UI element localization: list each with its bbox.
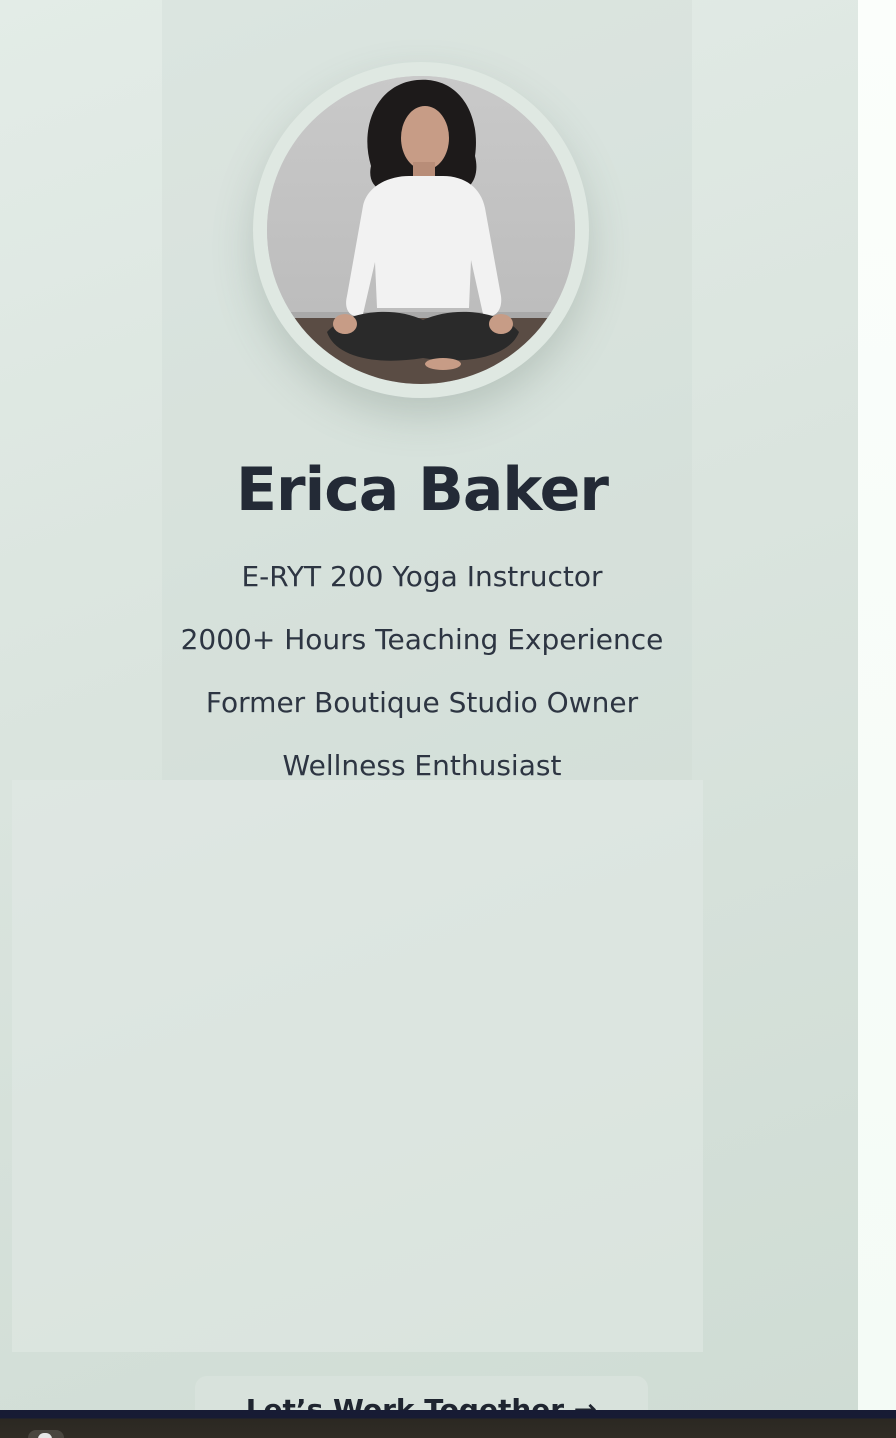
- content-placeholder: [12, 780, 703, 1352]
- page-edge: [858, 0, 896, 1410]
- credential-item: Former Boutique Studio Owner: [205, 686, 639, 719]
- avatar-frame: [253, 62, 589, 398]
- credential-item: E-RYT 200 Yoga Instructor: [241, 560, 603, 593]
- taskbar: [0, 1410, 896, 1438]
- credential-item: 2000+ Hours Teaching Experience: [180, 623, 664, 656]
- page: Erica Baker E-RYT 200 Yoga Instructor 20…: [0, 0, 896, 1438]
- instructor-name: Erica Baker: [236, 455, 609, 525]
- credentials-list: E-RYT 200 Yoga Instructor 2000+ Hours Te…: [140, 552, 704, 804]
- profile-photo-icon: [267, 76, 575, 384]
- app-launcher-icon[interactable]: [28, 1430, 64, 1438]
- avatar: [267, 76, 575, 384]
